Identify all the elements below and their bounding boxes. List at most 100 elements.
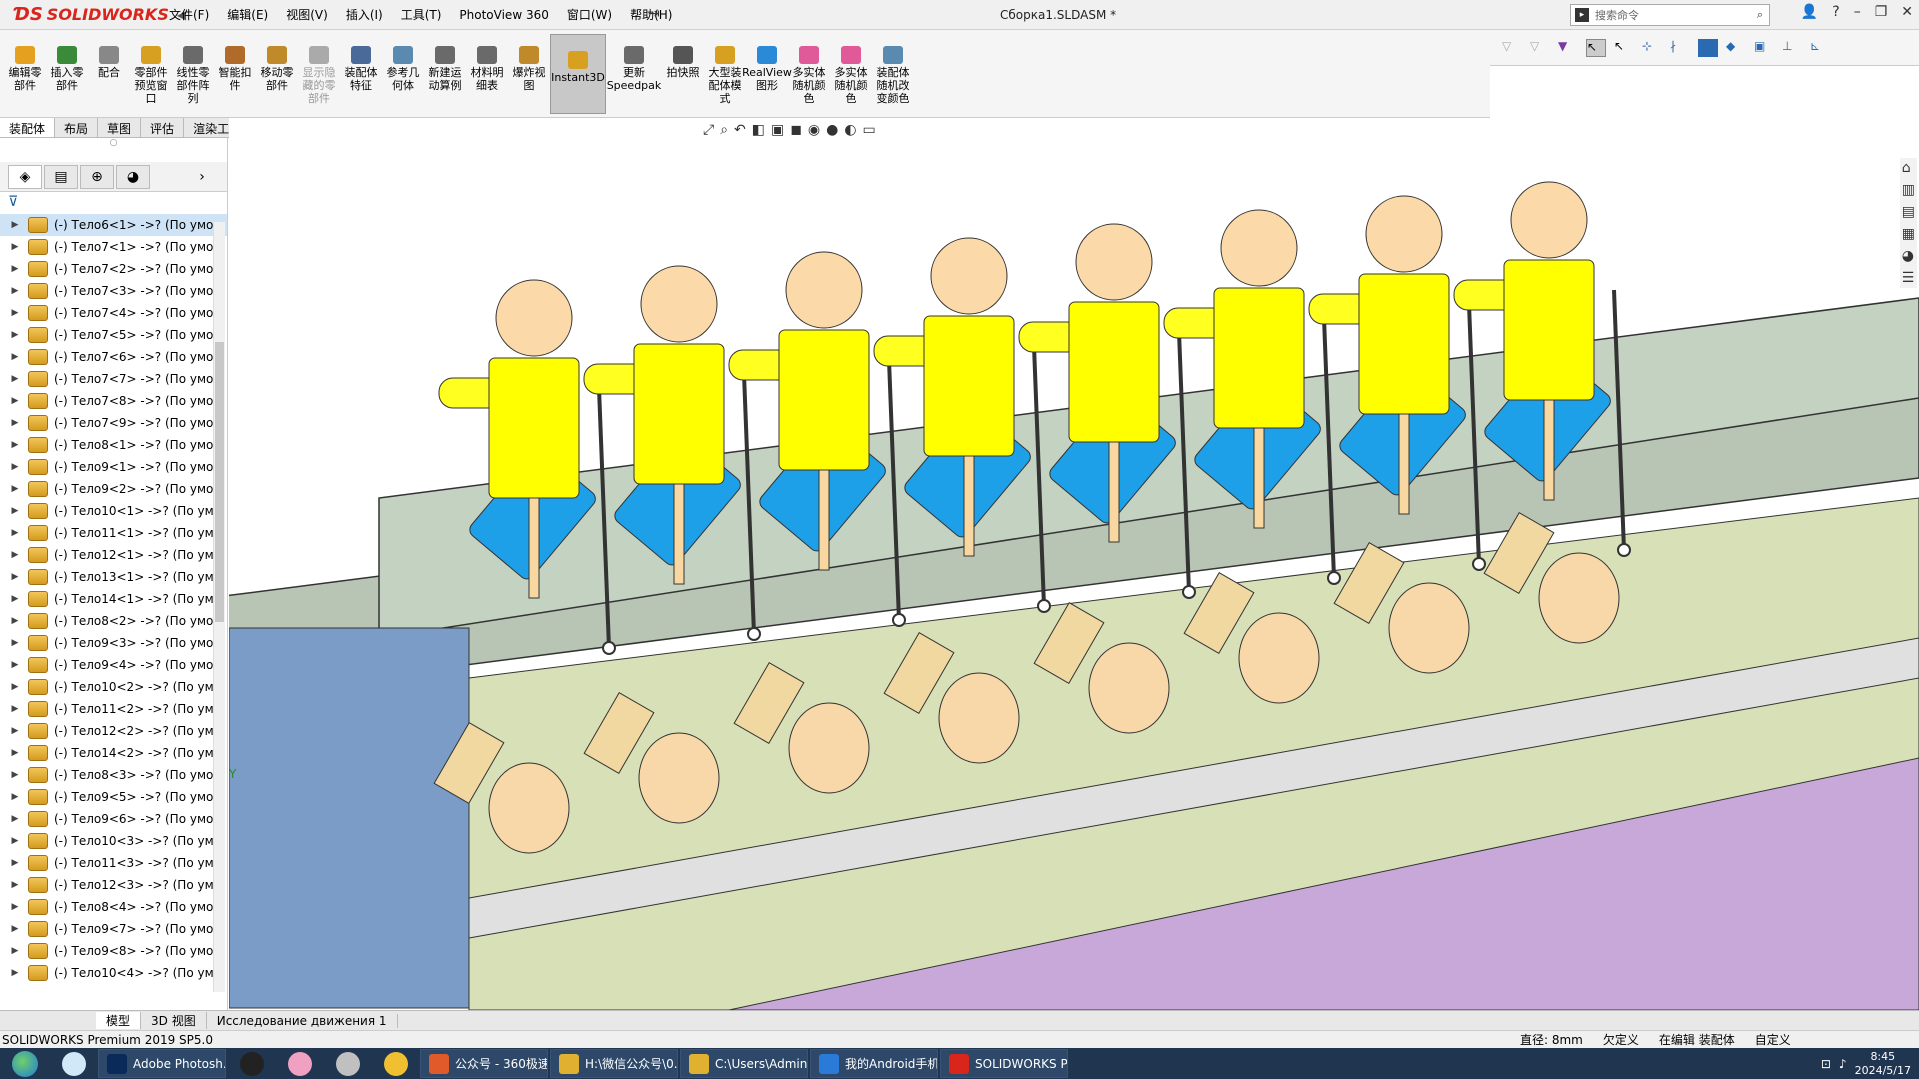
tree-scrollbar[interactable]: [213, 222, 225, 992]
tree-item[interactable]: ▶ (-) Тело10<1> ->? (По умо: [0, 500, 227, 522]
expand-arrow-icon[interactable]: ▶: [8, 484, 22, 494]
restore-icon[interactable]: ❐: [1875, 4, 1888, 20]
ribbon-button[interactable]: 零部件预览窗口: [130, 30, 172, 105]
axis-icon[interactable]: ∤: [1670, 39, 1690, 57]
minimize-icon[interactable]: –: [1854, 4, 1861, 20]
tree-item[interactable]: ▶ (-) Тело10<4> ->? (По умо: [0, 962, 227, 984]
design-library-icon[interactable]: ▥: [1902, 182, 1915, 198]
tree-item[interactable]: ▶ (-) Тело9<5> ->? (По умол: [0, 786, 227, 808]
ribbon-button[interactable]: 移动零部件: [256, 30, 298, 92]
expand-arrow-icon[interactable]: ▶: [8, 726, 22, 736]
tree-item[interactable]: ▶ (-) Тело9<1> ->? (По умол: [0, 456, 227, 478]
clock[interactable]: 8:45 2024/5/17: [1855, 1050, 1911, 1078]
property-manager-tab-icon[interactable]: ▤: [44, 164, 78, 189]
tree-item[interactable]: ▶ (-) Тело9<6> ->? (По умол: [0, 808, 227, 830]
assembly-model-view[interactable]: Y X: [229, 118, 1919, 1010]
tree-scrollbar-thumb[interactable]: [215, 342, 224, 622]
ribbon-button[interactable]: 爆炸视图: [508, 30, 550, 92]
taskbar-window[interactable]: H:\微信公众号\0...: [550, 1049, 678, 1078]
pinned-app-icon[interactable]: [324, 1049, 372, 1078]
solidworks-logo[interactable]: ƊS SOLIDWORKS ◀: [0, 0, 186, 30]
configuration-manager-tab-icon[interactable]: ⊕: [80, 164, 114, 189]
status-units[interactable]: 自定义: [1755, 1031, 1791, 1048]
tree-item[interactable]: ▶ (-) Тело7<1> ->? (По умол: [0, 236, 227, 258]
bottom-tab[interactable]: 模型: [96, 1012, 142, 1029]
ribbon-button[interactable]: 材料明细表: [466, 30, 508, 92]
expand-arrow-icon[interactable]: ▶: [8, 572, 22, 582]
tree-item[interactable]: ▶ (-) Тело12<2> ->? (По умо: [0, 720, 227, 742]
taskbar-window[interactable]: Adobe Photosh...: [98, 1049, 226, 1078]
panel-expand-icon[interactable]: ›: [185, 165, 219, 189]
pin-menu-icon[interactable]: ⇥: [648, 6, 660, 22]
tree-item[interactable]: ▶ (-) Тело7<2> ->? (По умол: [0, 258, 227, 280]
tree-item[interactable]: ▶ (-) Тело8<4> ->? (По умол: [0, 896, 227, 918]
zoom-to-fit-icon[interactable]: ⤢: [703, 122, 714, 138]
hide-show-items-icon[interactable]: ◉: [808, 122, 820, 138]
taskbar-window[interactable]: SOLIDWORKS P...: [940, 1049, 1068, 1078]
pinned-app-icon[interactable]: [228, 1049, 276, 1078]
tree-item[interactable]: ▶ (-) Тело11<3> ->? (По умо: [0, 852, 227, 874]
apply-scene-icon[interactable]: ◐: [844, 122, 856, 138]
tree-item[interactable]: ▶ (-) Тело8<2> ->? (По умол: [0, 610, 227, 632]
tree-item[interactable]: ▶ (-) Тело12<1> ->? (По умо: [0, 544, 227, 566]
expand-arrow-icon[interactable]: ▶: [8, 374, 22, 384]
search-icon[interactable]: ⌕: [1757, 8, 1763, 22]
tree-item[interactable]: ▶ (-) Тело14<2> ->? (По умо: [0, 742, 227, 764]
filter-faces-icon[interactable]: ▼: [1558, 39, 1578, 57]
ribbon-button[interactable]: Instant3D: [550, 34, 606, 114]
ribbon-button[interactable]: 拍快照: [662, 30, 704, 79]
menu-item[interactable]: 窗口(W): [558, 6, 621, 23]
view-settings-icon[interactable]: ▭: [863, 122, 876, 138]
tree-item[interactable]: ▶ (-) Тело7<8> ->? (По умол: [0, 390, 227, 412]
tree-item[interactable]: ▶ (-) Тело9<8> ->? (По умол: [0, 940, 227, 962]
expand-arrow-icon[interactable]: ▶: [8, 858, 22, 868]
expand-arrow-icon[interactable]: ▶: [8, 330, 22, 340]
view-palette-icon[interactable]: ▦: [1902, 226, 1915, 242]
volume-icon[interactable]: ♪: [1839, 1057, 1847, 1071]
ribbon-button[interactable]: 新建运动算例: [424, 30, 466, 92]
taskbar-window[interactable]: 公众号 - 360极速...: [420, 1049, 548, 1078]
tree-item[interactable]: ▶ (-) Тело14<1> ->? (По умо: [0, 588, 227, 610]
expand-arrow-icon[interactable]: ▶: [8, 748, 22, 758]
expand-arrow-icon[interactable]: ▶: [8, 550, 22, 560]
tree-filter-icon[interactable]: ⊽: [0, 192, 227, 214]
graphics-viewport[interactable]: Y X ⤢ ⌕ ↶ ◧ ▣ ◼ ◉ ● ◐ ▭ ⌂ ▥ ▤ ▦ ◕ ☰: [229, 118, 1919, 1010]
expand-arrow-icon[interactable]: ▶: [8, 220, 22, 230]
plane-icon[interactable]: [1698, 38, 1718, 57]
ribbon-button[interactable]: 更新Speedpak: [606, 30, 662, 92]
tree-item[interactable]: ▶ (-) Тело9<3> ->? (По умол: [0, 632, 227, 654]
tree-item[interactable]: ▶ (-) Тело13<1> ->? (По умо: [0, 566, 227, 588]
tree-item[interactable]: ▶ (-) Тело7<3> ->? (По умол: [0, 280, 227, 302]
expand-arrow-icon[interactable]: ▶: [8, 242, 22, 252]
display-manager-tab-icon[interactable]: ◕: [116, 164, 150, 189]
menu-item[interactable]: 编辑(E): [218, 6, 277, 23]
ribbon-button[interactable]: 配合: [88, 30, 130, 79]
display-style-icon[interactable]: ◼: [790, 122, 802, 138]
command-tab[interactable]: 布局: [55, 118, 99, 137]
point-icon[interactable]: ⊹: [1642, 39, 1662, 57]
help-icon[interactable]: ?: [1832, 4, 1839, 20]
expand-arrow-icon[interactable]: ▶: [8, 396, 22, 406]
expand-arrow-icon[interactable]: ▶: [8, 418, 22, 428]
select-tool-icon[interactable]: ↖: [1614, 39, 1634, 57]
expand-arrow-icon[interactable]: ▶: [8, 924, 22, 934]
previous-view-icon[interactable]: ↶: [734, 122, 746, 138]
expand-arrow-icon[interactable]: ▶: [8, 352, 22, 362]
expand-arrow-icon[interactable]: ▶: [8, 968, 22, 978]
tree-item[interactable]: ▶ (-) Тело11<1> ->? (По умо: [0, 522, 227, 544]
ribbon-button[interactable]: 装配体随机改变颜色: [872, 30, 914, 105]
command-tab[interactable]: 草图: [98, 118, 142, 137]
custom-properties-icon[interactable]: ☰: [1902, 270, 1915, 286]
expand-arrow-icon[interactable]: ▶: [8, 462, 22, 472]
menu-item[interactable]: 文件(F): [160, 6, 218, 23]
user-icon[interactable]: 👤: [1801, 4, 1818, 20]
tree-item[interactable]: ▶ (-) Тело6<1> ->? (По умол: [0, 214, 227, 236]
menu-item[interactable]: 工具(T): [392, 6, 451, 23]
expand-arrow-icon[interactable]: ▶: [8, 638, 22, 648]
menu-item[interactable]: PhotoView 360: [450, 8, 557, 22]
ribbon-button[interactable]: 显示隐藏的零部件: [298, 30, 340, 105]
taskbar-window[interactable]: 我的Android手机: [810, 1049, 938, 1078]
expand-arrow-icon[interactable]: ▶: [8, 704, 22, 714]
command-tab[interactable]: 评估: [141, 118, 185, 137]
tree-item[interactable]: ▶ (-) Тело10<3> ->? (По умо: [0, 830, 227, 852]
